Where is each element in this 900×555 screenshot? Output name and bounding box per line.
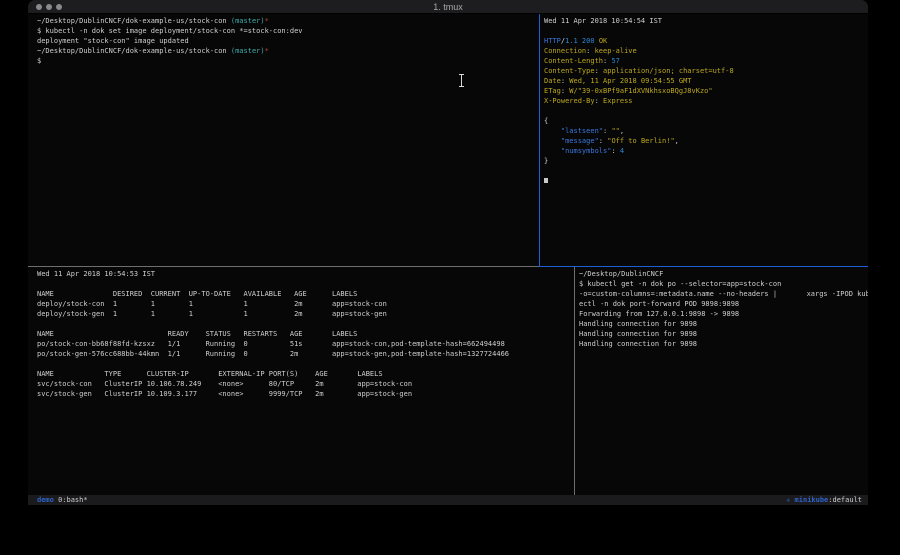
terminal-line: po/stock-con-bb68f88fd-kzsxz 1/1 Running… <box>37 339 574 349</box>
pane-shell-stock-con[interactable]: ~/Desktop/DublinCNCF/dok-example-us/stoc… <box>28 14 539 266</box>
terminal-line <box>544 176 868 186</box>
pane-divider-horizontal-left[interactable] <box>28 266 539 267</box>
terminal-line: deploy/stock-gen 1 1 1 1 2m app=stock-ge… <box>37 309 574 319</box>
terminal-line: ~/Desktop/DublinCNCF <box>579 269 868 279</box>
terminal-line <box>544 166 868 176</box>
ibeam-mouse-cursor <box>457 74 466 88</box>
terminal-line: svc/stock-con ClusterIP 10.106.78.249 <n… <box>37 379 574 389</box>
terminal-line: Handling connection for 9898 <box>579 319 868 329</box>
terminal-line: Forwarding from 127.0.0.1:9898 -> 9898 <box>579 309 868 319</box>
terminal-line: ~/Desktop/DublinCNCF/dok-example-us/stoc… <box>37 16 539 26</box>
terminal-line: "lastseen": "", <box>544 126 868 136</box>
pane-http-response[interactable]: Wed 11 Apr 2018 10:54:54 IST HTTP/1.1 20… <box>540 14 868 266</box>
terminal-line <box>37 279 574 289</box>
terminal-line: NAME READY STATUS RESTARTS AGE LABELS <box>37 329 574 339</box>
pane-port-forward[interactable]: ~/Desktop/DublinCNCF$ kubectl get -n dok… <box>575 267 868 495</box>
tmux-status-bar: demo 0:bash* ✳ minikube :default <box>28 495 868 505</box>
terminal-line <box>544 26 868 36</box>
terminal-line: Connection: keep-alive <box>544 46 868 56</box>
terminal-line: Wed 11 Apr 2018 10:54:53 IST <box>37 269 574 279</box>
pane-divider-vertical-top[interactable] <box>539 14 540 266</box>
kube-context-name: minikube <box>790 495 828 505</box>
terminal-line: { <box>544 116 868 126</box>
tmux-session-name: demo <box>37 495 54 505</box>
terminal-line: Content-Type: application/json; charset=… <box>544 66 868 76</box>
terminal-line: $ <box>37 56 539 66</box>
terminal-line: Content-Length: 57 <box>544 56 868 66</box>
terminal-line <box>37 359 574 369</box>
window-titlebar[interactable]: 1. tmux <box>28 0 868 14</box>
terminal-window: ~/Desktop/DublinCNCF/dok-example-us/stoc… <box>28 0 868 505</box>
terminal-block-cursor <box>544 178 548 183</box>
terminal-line: svc/stock-gen ClusterIP 10.109.3.177 <no… <box>37 389 574 399</box>
terminal-line: NAME TYPE CLUSTER-IP EXTERNAL-IP PORT(S)… <box>37 369 574 379</box>
tmux-window-flag: 0:bash* <box>54 495 88 505</box>
terminal-line: Wed 11 Apr 2018 10:54:54 IST <box>544 16 868 26</box>
terminal-line <box>37 319 574 329</box>
terminal-line: X-Powered-By: Express <box>544 96 868 106</box>
terminal-line: "message": "Off to Berlin!", <box>544 136 868 146</box>
terminal-line: ectl -n dok port-forward POD 9898:9898 <box>579 299 868 309</box>
terminal-line: Handling connection for 9898 <box>579 339 868 349</box>
terminal-line: $ kubectl get -n dok po --selector=app=s… <box>579 279 868 289</box>
window-title: 1. tmux <box>28 2 868 13</box>
terminal-line: Handling connection for 9898 <box>579 329 868 339</box>
terminal-line: NAME DESIRED CURRENT UP-TO-DATE AVAILABL… <box>37 289 574 299</box>
pane-kubectl-resources[interactable]: Wed 11 Apr 2018 10:54:53 IST NAME DESIRE… <box>28 267 574 495</box>
terminal-line: deploy/stock-con 1 1 1 1 2m app=stock-co… <box>37 299 574 309</box>
terminal-line: HTTP/1.1 200 OK <box>544 36 868 46</box>
terminal-line <box>544 106 868 116</box>
terminal-line: ETag: W/"39-0xBPf9aF1dXVNkhsxoBQgJ8vKzo" <box>544 86 868 96</box>
terminal-line: ~/Desktop/DublinCNCF/dok-example-us/stoc… <box>37 46 539 56</box>
terminal-line: "numsymbols": 4 <box>544 146 868 156</box>
terminal-line: -o=custom-columns=:metadata.name --no-he… <box>579 289 868 299</box>
terminal-line: deployment "stock-con" image updated <box>37 36 539 46</box>
kube-context-namespace: :default <box>828 495 862 505</box>
pane-divider-vertical-bottom[interactable] <box>574 267 575 495</box>
terminal-line: Date: Wed, 11 Apr 2018 09:54:55 GMT <box>544 76 868 86</box>
pane-divider-horizontal-right[interactable] <box>539 266 868 267</box>
terminal-line: } <box>544 156 868 166</box>
terminal-line: $ kubectl -n dok set image deployment/st… <box>37 26 539 36</box>
terminal-line: po/stock-gen-576cc688bb-44kmn 1/1 Runnin… <box>37 349 574 359</box>
